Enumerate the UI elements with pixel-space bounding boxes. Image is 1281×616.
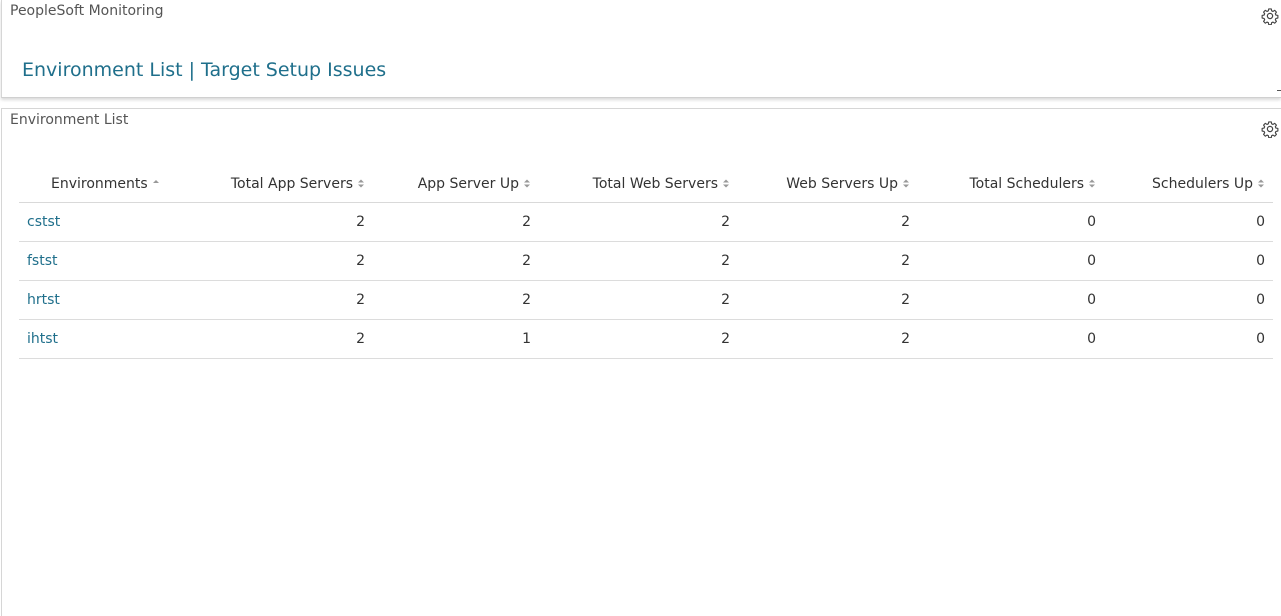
- total-schedulers-cell: 0: [918, 319, 1104, 359]
- web-servers-up-cell: 2: [738, 319, 918, 359]
- column-header-total-schedulers[interactable]: Total Schedulers: [918, 167, 1104, 203]
- table-row: cstst 2 2 2 2 0 0: [19, 202, 1273, 242]
- environment-table: Environments Total App Servers App Serve…: [19, 167, 1273, 359]
- environment-link[interactable]: cstst: [27, 214, 60, 230]
- total-schedulers-cell: 0: [918, 280, 1104, 320]
- total-web-servers-cell: 2: [539, 280, 738, 320]
- gear-icon[interactable]: [1261, 120, 1279, 138]
- panel-title: Environment List: [10, 112, 129, 128]
- schedulers-up-cell: 0: [1104, 241, 1273, 281]
- sort-icon: [1258, 179, 1264, 188]
- sort-icon: [1089, 179, 1095, 188]
- total-app-servers-cell: 2: [173, 319, 373, 359]
- column-header-app-server-up[interactable]: App Server Up: [373, 167, 539, 203]
- environment-list-panel: Environment List Environments Total App …: [1, 108, 1281, 616]
- column-header-total-app-servers[interactable]: Total App Servers: [173, 167, 373, 203]
- gear-icon[interactable]: [1261, 7, 1279, 25]
- sort-icon: [524, 179, 530, 188]
- table-row: fstst 2 2 2 2 0 0: [19, 241, 1273, 281]
- total-web-servers-cell: 2: [539, 241, 738, 281]
- peoplesoft-monitoring-panel: PeopleSoft Monitoring Environment List | T…: [1, 0, 1281, 98]
- schedulers-up-cell: 0: [1104, 280, 1273, 320]
- sort-ascending-icon: [152, 180, 159, 184]
- table-header-row: Environments Total App Servers App Serve…: [19, 167, 1273, 203]
- schedulers-up-cell: 0: [1104, 202, 1273, 242]
- environment-link[interactable]: hrtst: [27, 292, 60, 308]
- sort-icon: [903, 179, 909, 188]
- web-servers-up-cell: 2: [738, 202, 918, 242]
- target-setup-issues-link[interactable]: Target Setup Issues: [201, 59, 386, 81]
- total-app-servers-cell: 2: [173, 241, 373, 281]
- column-header-total-web-servers[interactable]: Total Web Servers: [539, 167, 738, 203]
- total-schedulers-cell: 0: [918, 241, 1104, 281]
- link-separator: |: [188, 59, 195, 81]
- app-server-up-cell: 1: [373, 319, 539, 359]
- web-servers-up-cell: 2: [738, 241, 918, 281]
- environment-list-link[interactable]: Environment List: [22, 59, 183, 81]
- total-web-servers-cell: 2: [539, 319, 738, 359]
- total-schedulers-cell: 0: [918, 202, 1104, 242]
- sort-icon: [723, 179, 729, 188]
- table-row: hrtst 2 2 2 2 0 0: [19, 280, 1273, 320]
- column-header-environments[interactable]: Environments: [19, 167, 173, 203]
- app-server-up-cell: 2: [373, 280, 539, 320]
- total-app-servers-cell: 2: [173, 280, 373, 320]
- column-header-schedulers-up[interactable]: Schedulers Up: [1104, 167, 1273, 203]
- view-links: Environment List | Target Setup Issues: [22, 59, 386, 81]
- total-app-servers-cell: 2: [173, 202, 373, 242]
- table-row: ihtst 2 1 2 2 0 0: [19, 319, 1273, 359]
- total-web-servers-cell: 2: [539, 202, 738, 242]
- schedulers-up-cell: 0: [1104, 319, 1273, 359]
- sort-icon: [358, 179, 364, 188]
- app-server-up-cell: 2: [373, 202, 539, 242]
- column-header-web-servers-up[interactable]: Web Servers Up: [738, 167, 918, 203]
- environment-link[interactable]: fstst: [27, 253, 58, 269]
- app-server-up-cell: 2: [373, 241, 539, 281]
- web-servers-up-cell: 2: [738, 280, 918, 320]
- environment-link[interactable]: ihtst: [27, 331, 58, 347]
- panel-title: PeopleSoft Monitoring: [10, 3, 164, 19]
- resize-handle[interactable]: [1277, 90, 1281, 91]
